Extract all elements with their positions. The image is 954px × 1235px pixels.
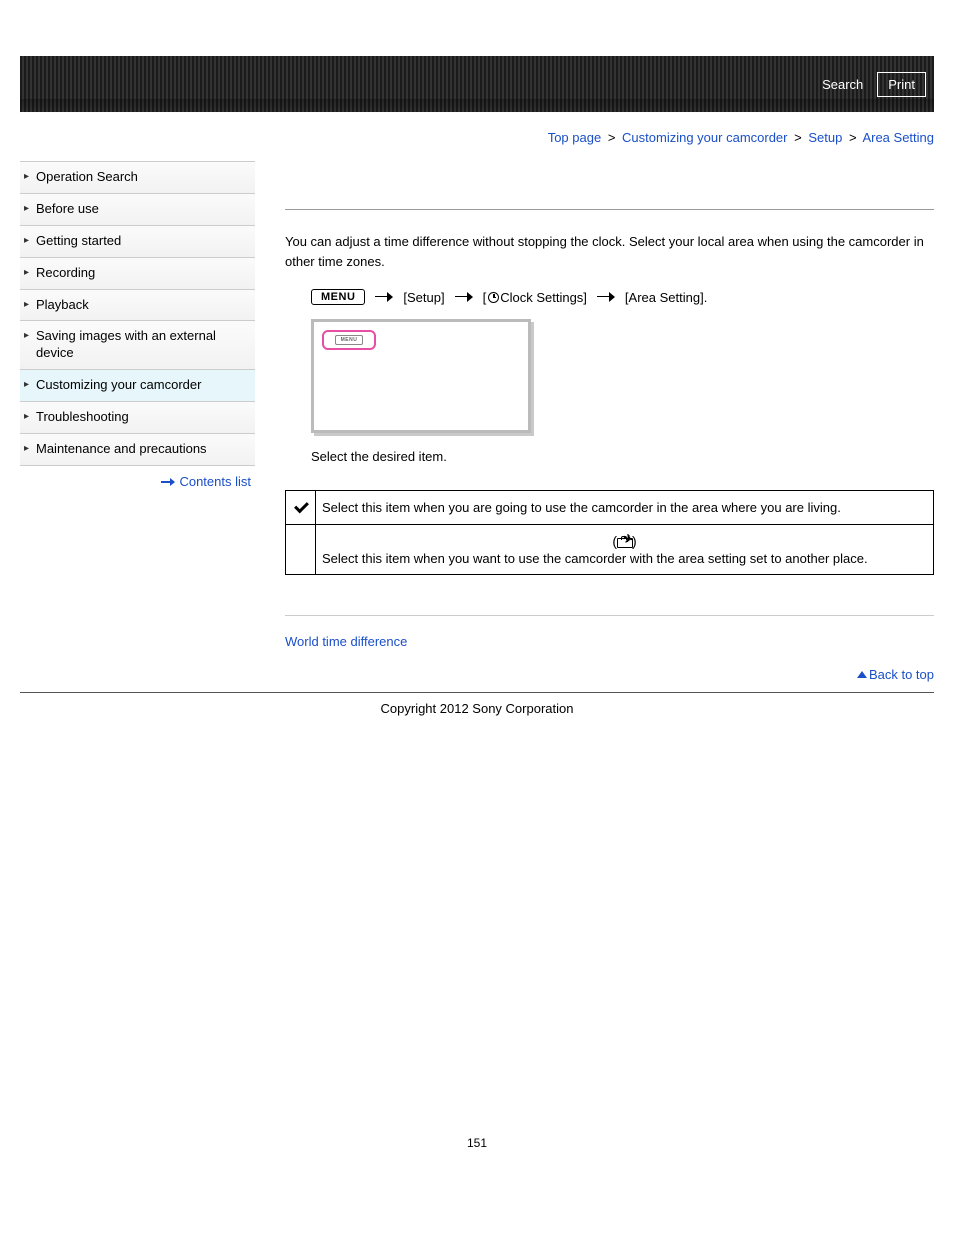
print-button[interactable]: Print <box>877 72 926 97</box>
related-link-world-time[interactable]: World time difference <box>285 634 407 649</box>
back-to-top-link[interactable]: Back to top <box>869 667 934 682</box>
check-icon <box>293 499 309 513</box>
menu-chip-icon: MENU <box>311 289 365 305</box>
breadcrumb-customizing[interactable]: Customizing your camcorder <box>622 130 787 145</box>
related-divider <box>285 615 934 616</box>
clock-settings-label: Clock Settings] <box>500 290 587 305</box>
triangle-up-icon <box>857 671 867 678</box>
option-icon-cell <box>286 525 316 575</box>
menu-highlight-box: MENU <box>322 330 376 350</box>
sidebar-item-getting-started[interactable]: Getting started <box>20 226 255 258</box>
search-link[interactable]: Search <box>816 73 869 96</box>
arrow-right-icon <box>597 292 615 302</box>
breadcrumb-sep: > <box>791 130 805 145</box>
sidebar-item-maintenance[interactable]: Maintenance and precautions <box>20 434 255 466</box>
sidebar-item-playback[interactable]: Playback <box>20 290 255 322</box>
breadcrumb-sep: > <box>605 130 619 145</box>
arrow-right-icon <box>161 478 175 486</box>
contents-list-link[interactable]: Contents list <box>179 474 251 489</box>
menu-step-setup: [Setup] <box>403 290 444 305</box>
sidebar-item-recording[interactable]: Recording <box>20 258 255 290</box>
menu-navigation-path: MENU [Setup] [ Clock Settings] [Area Sett… <box>311 289 934 305</box>
copyright-text: Copyright 2012 Sony Corporation <box>20 701 934 716</box>
arrow-right-icon <box>375 292 393 302</box>
menu-step-area-setting: [Area Setting]. <box>625 290 707 305</box>
sidebar-item-troubleshooting[interactable]: Troubleshooting <box>20 402 255 434</box>
section-divider <box>285 209 934 210</box>
plane-icon: ✈ <box>621 531 634 547</box>
table-row: (✈) Select this item when you want to us… <box>286 525 934 575</box>
breadcrumb-sep: > <box>846 130 860 145</box>
option-text-destination: Select this item when you want to use th… <box>322 551 927 566</box>
sidebar-item-customizing[interactable]: Customizing your camcorder <box>20 370 255 402</box>
arrow-right-icon <box>455 292 473 302</box>
footer-divider <box>20 692 934 693</box>
destination-icon: ✈ <box>617 536 631 548</box>
destination-icon-row: (✈) <box>322 533 927 549</box>
breadcrumb-top-page[interactable]: Top page <box>548 130 602 145</box>
table-row: Select this item when you are going to u… <box>286 491 934 525</box>
menu-highlight-label: MENU <box>335 335 364 345</box>
sidebar-list: Operation Search Before use Getting star… <box>20 161 255 466</box>
sidebar-item-operation-search[interactable]: Operation Search <box>20 162 255 194</box>
camcorder-screenshot: MENU <box>311 319 531 433</box>
sidebar: Operation Search Before use Getting star… <box>20 161 255 489</box>
menu-step-clock-settings: [ Clock Settings] <box>483 290 587 305</box>
bracket-open: [ <box>483 290 487 305</box>
main-content: You can adjust a time difference without… <box>285 161 934 688</box>
sidebar-item-saving-images[interactable]: Saving images with an external device <box>20 321 255 370</box>
breadcrumb-setup[interactable]: Setup <box>808 130 842 145</box>
option-icon-cell <box>286 491 316 525</box>
sidebar-item-before-use[interactable]: Before use <box>20 194 255 226</box>
breadcrumb: Top page > Customizing your camcorder > … <box>20 112 934 161</box>
intro-text: You can adjust a time difference without… <box>285 232 934 271</box>
top-banner: Search Print <box>20 56 934 112</box>
page-number: 151 <box>20 1136 934 1170</box>
options-table: Select this item when you are going to u… <box>285 490 934 575</box>
instruction-text: Select the desired item. <box>311 449 934 464</box>
option-destination-cell: (✈) Select this item when you want to us… <box>316 525 934 575</box>
breadcrumb-area-setting[interactable]: Area Setting <box>862 130 934 145</box>
clock-icon <box>488 292 499 303</box>
option-text-home: Select this item when you are going to u… <box>316 491 934 525</box>
